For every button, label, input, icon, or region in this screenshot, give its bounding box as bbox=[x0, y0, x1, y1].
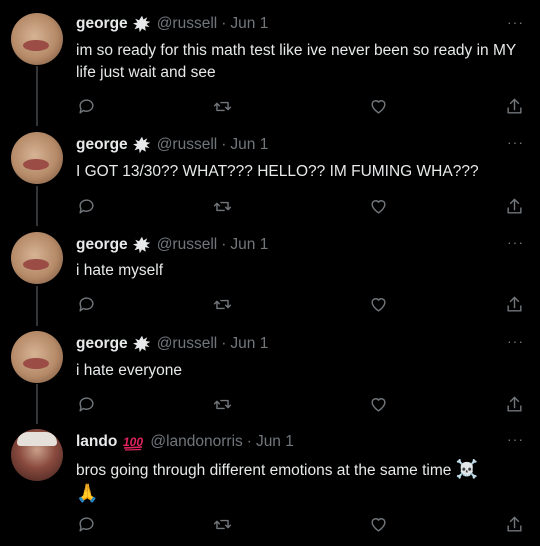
reply-icon[interactable] bbox=[76, 294, 96, 314]
retweet-icon[interactable] bbox=[212, 294, 232, 314]
tweet[interactable]: george @russell · Jun 1 ··· im so ready … bbox=[0, 0, 540, 126]
tweet-actions bbox=[76, 96, 528, 116]
heart-icon[interactable] bbox=[368, 96, 388, 116]
display-name[interactable]: george bbox=[76, 335, 128, 353]
heart-icon[interactable] bbox=[368, 196, 388, 216]
reply-icon[interactable] bbox=[76, 394, 96, 414]
display-name[interactable]: george bbox=[76, 136, 128, 154]
more-icon[interactable]: ··· bbox=[507, 333, 524, 349]
tweet-actions bbox=[76, 294, 528, 314]
avatar[interactable] bbox=[11, 232, 63, 284]
retweet-icon[interactable] bbox=[212, 514, 232, 534]
timestamp[interactable]: Jun 1 bbox=[230, 335, 268, 353]
verified-burst-icon bbox=[132, 236, 151, 254]
more-icon[interactable]: ··· bbox=[507, 134, 524, 150]
handle[interactable]: @russell bbox=[157, 15, 218, 33]
timestamp[interactable]: Jun 1 bbox=[230, 136, 268, 154]
share-icon[interactable] bbox=[504, 96, 524, 116]
tweet-actions bbox=[76, 514, 528, 534]
timestamp[interactable]: Jun 1 bbox=[256, 433, 294, 451]
tweet-text: i hate myself bbox=[76, 262, 164, 279]
share-icon[interactable] bbox=[504, 196, 524, 216]
heart-icon[interactable] bbox=[368, 394, 388, 414]
heart-icon[interactable] bbox=[368, 294, 388, 314]
timestamp[interactable]: Jun 1 bbox=[230, 236, 268, 254]
tweet-actions bbox=[76, 196, 528, 216]
avatar[interactable] bbox=[11, 132, 63, 184]
retweet-icon[interactable] bbox=[212, 394, 232, 414]
separator: · bbox=[221, 15, 227, 32]
handle[interactable]: @russell bbox=[157, 236, 218, 254]
verified-burst-icon bbox=[132, 335, 151, 353]
display-name[interactable]: lando bbox=[76, 433, 117, 451]
tweet[interactable]: george @russell · Jun 1 ··· i hate mysel… bbox=[0, 226, 540, 326]
tweet[interactable]: george @russell · Jun 1 ··· I GOT 13/30?… bbox=[0, 126, 540, 226]
hundred-points-icon: 100 bbox=[122, 433, 144, 451]
more-icon[interactable]: ··· bbox=[507, 14, 524, 30]
reply-icon[interactable] bbox=[76, 196, 96, 216]
verified-burst-icon bbox=[132, 15, 151, 33]
timestamp[interactable]: Jun 1 bbox=[230, 15, 268, 33]
more-icon[interactable]: ··· bbox=[507, 234, 524, 250]
handle[interactable]: @landonorris bbox=[150, 433, 242, 451]
tweet-actions bbox=[76, 394, 528, 414]
tweet-text: im so ready for this math test like ive … bbox=[76, 42, 516, 81]
skull-crossbones-icon: ☠️ bbox=[455, 459, 479, 479]
tweet-text: bros going through different emotions at… bbox=[76, 462, 452, 479]
avatar[interactable] bbox=[11, 13, 63, 65]
avatar[interactable] bbox=[11, 429, 63, 481]
separator: · bbox=[246, 433, 252, 450]
separator: · bbox=[221, 136, 227, 153]
share-icon[interactable] bbox=[504, 294, 524, 314]
display-name[interactable]: george bbox=[76, 236, 128, 254]
tweet-text: I GOT 13/30?? WHAT??? HELLO?? IM FUMING … bbox=[76, 163, 479, 180]
handle[interactable]: @russell bbox=[157, 136, 218, 154]
more-icon[interactable]: ··· bbox=[507, 431, 524, 447]
tweet[interactable]: lando 100 @landonorris · Jun 1 ··· bros … bbox=[0, 424, 540, 546]
heart-icon[interactable] bbox=[368, 514, 388, 534]
folded-hands-icon: 🙏 bbox=[76, 483, 99, 503]
verified-burst-icon bbox=[132, 136, 151, 154]
reply-icon[interactable] bbox=[76, 96, 96, 116]
share-icon[interactable] bbox=[504, 514, 524, 534]
tweet-text: i hate everyone bbox=[76, 362, 182, 379]
reply-icon[interactable] bbox=[76, 514, 96, 534]
display-name[interactable]: george bbox=[76, 15, 128, 33]
share-icon[interactable] bbox=[504, 394, 524, 414]
separator: · bbox=[221, 236, 227, 253]
retweet-icon[interactable] bbox=[212, 196, 232, 216]
separator: · bbox=[221, 335, 227, 352]
avatar[interactable] bbox=[11, 331, 63, 383]
tweet-text-block: bros going through different emotions at… bbox=[76, 458, 528, 506]
retweet-icon[interactable] bbox=[212, 96, 232, 116]
tweet[interactable]: george @russell · Jun 1 ··· i hate every… bbox=[0, 326, 540, 424]
handle[interactable]: @russell bbox=[157, 335, 218, 353]
